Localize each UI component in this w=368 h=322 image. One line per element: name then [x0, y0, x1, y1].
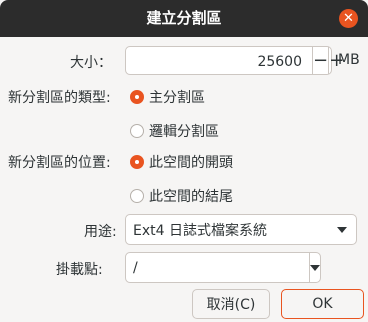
minus-icon: −	[313, 50, 329, 71]
mount-point-input[interactable]	[126, 253, 309, 282]
radio-logical-partition[interactable]: 邏輯分割區	[130, 121, 219, 141]
radio-checked-icon	[130, 90, 144, 104]
mount-point-dropdown-button[interactable]	[309, 253, 320, 282]
use-as-label: 用途:	[84, 224, 117, 240]
radio-label: 此空間的開頭	[149, 155, 233, 171]
radio-checked-icon	[130, 155, 144, 169]
close-icon: ✕	[343, 11, 354, 26]
radio-unchecked-icon	[130, 189, 144, 203]
size-spinbutton: − +	[125, 46, 344, 76]
size-label: 大小：	[70, 55, 112, 71]
partition-type-label: 新分割區的類型:	[8, 90, 111, 106]
mount-point-label: 掛載點:	[56, 262, 103, 278]
window-title: 建立分割區	[146, 9, 222, 27]
radio-label: 此空間的結尾	[149, 189, 233, 205]
filesystem-combobox[interactable]: Ext4 日誌式檔案系統	[125, 214, 357, 245]
radio-unchecked-icon	[130, 124, 144, 138]
radio-location-end[interactable]: 此空間的結尾	[130, 186, 233, 206]
radio-primary-partition[interactable]: 主分割區	[130, 87, 205, 107]
radio-label: 邏輯分割區	[149, 124, 219, 140]
filesystem-selected: Ext4 日誌式檔案系統	[133, 222, 267, 239]
title-bar: 建立分割區 ✕	[0, 0, 368, 37]
radio-location-start[interactable]: 此空間的開頭	[130, 152, 233, 172]
partition-location-label: 新分割區的位置:	[8, 155, 111, 171]
size-input[interactable]	[126, 47, 312, 76]
size-decrement-button[interactable]: −	[312, 47, 328, 74]
ok-button[interactable]: OK	[281, 289, 364, 319]
mount-point-combo	[125, 252, 321, 283]
chevron-down-icon	[337, 227, 347, 233]
cancel-button[interactable]: 取消(C)	[192, 289, 270, 319]
chevron-down-icon	[310, 264, 320, 271]
size-unit: MB	[338, 52, 360, 68]
radio-label: 主分割區	[149, 90, 205, 106]
close-button[interactable]: ✕	[339, 9, 358, 28]
